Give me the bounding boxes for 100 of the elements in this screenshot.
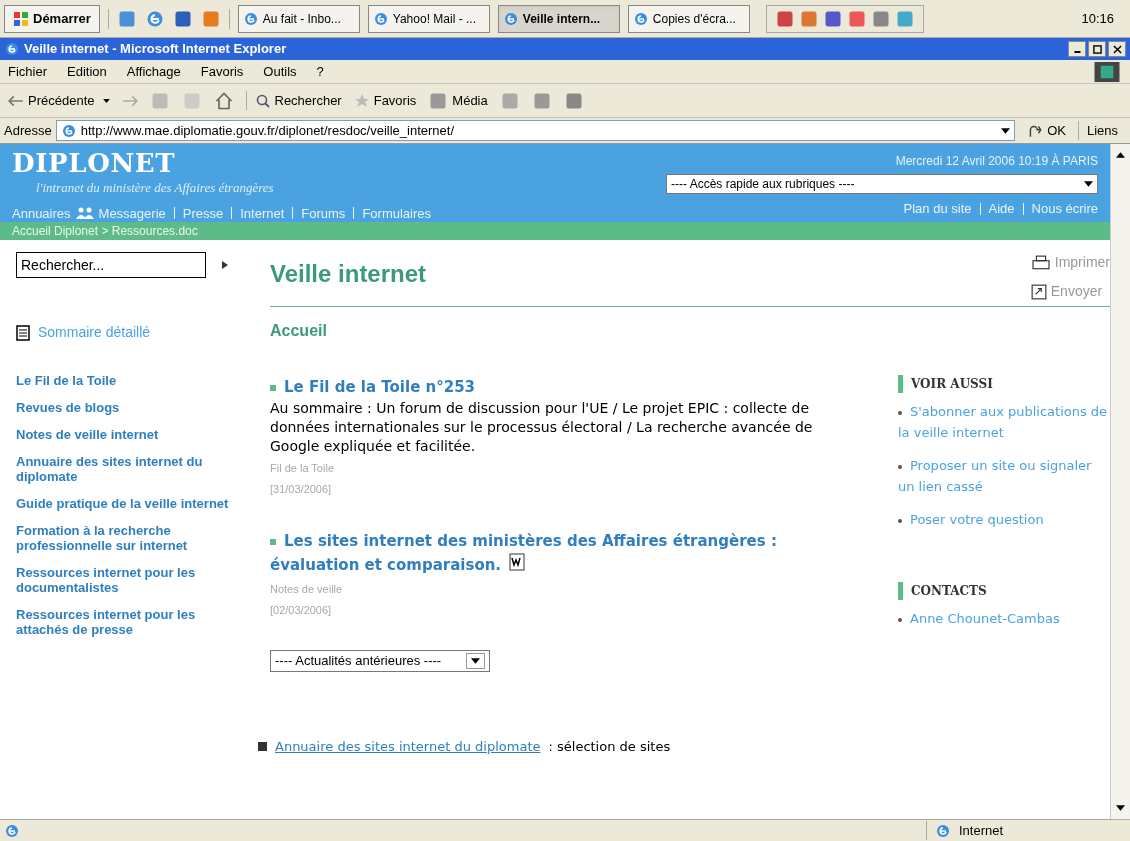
aside-link[interactable]: Proposer un site ou signaler un lien cassé xyxy=(898,455,1110,497)
media-button[interactable]: Média xyxy=(428,90,488,111)
window-title: Veille internet - Microsoft Internet Explorer xyxy=(24,40,287,59)
nav-link[interactable]: Formulaires xyxy=(362,203,431,223)
window-icon xyxy=(632,10,649,27)
bullet-icon xyxy=(898,410,902,415)
article-date: [31/03/2006] xyxy=(270,481,333,497)
bullet-icon xyxy=(270,384,276,391)
back-caret-icon[interactable] xyxy=(102,98,110,103)
start-button[interactable]: Démarrer xyxy=(4,4,100,33)
submit-arrow-icon[interactable] xyxy=(222,261,228,269)
menu-item[interactable]: Edition xyxy=(67,61,107,82)
sidebar-link[interactable]: Ressources internet pour les attachés de presse xyxy=(16,607,236,637)
article-summary: Au sommaire : Un forum de discussion pour l'UE / Le projet EPIC : collecte de données internationales sur le processus électoral / La recherche avancée de Google expliquée et facilitée. xyxy=(270,399,814,456)
sidebar-link[interactable]: Guide pratique de la veille internet xyxy=(16,496,236,511)
date-text: Mercredi 12 Avril 2006 10:19 À PARIS xyxy=(895,152,1098,170)
nav-link[interactable]: Messagerie xyxy=(98,203,166,223)
globe-icon xyxy=(935,822,951,839)
menu-item[interactable]: Affichage xyxy=(126,61,181,82)
links-button[interactable]: Liens xyxy=(1077,120,1126,141)
search-icon xyxy=(254,92,271,109)
back-button[interactable]: Précédente xyxy=(8,90,110,111)
favorites-button[interactable]: Favoris xyxy=(353,90,417,111)
article-title[interactable]: Les sites internet des ministères des Affaires étrangères : évaluation et comparaison. xyxy=(270,529,825,577)
sidebar-link[interactable]: Ressources internet pour les documentalistes xyxy=(16,565,236,595)
send-icon xyxy=(1030,283,1047,300)
article-category: Notes de veille xyxy=(270,582,344,597)
print-link[interactable]: Imprimer xyxy=(1030,252,1110,273)
clock: 10:16 xyxy=(1081,9,1114,28)
article-date: [02/03/2006] xyxy=(270,602,333,618)
aside-heading: CONTACTS xyxy=(911,583,987,600)
go-button[interactable]: OK xyxy=(1019,120,1074,141)
breadcrumb: Accueil Diplonet > Ressources.doc xyxy=(12,223,198,240)
taskbar-button[interactable]: Yahoo! Mail - ... xyxy=(367,4,490,33)
windows-logo-icon xyxy=(13,10,29,27)
window-icon xyxy=(502,10,519,27)
sidebar-link[interactable]: Formation à la recherche professionnelle sur internet xyxy=(16,523,236,553)
search-field[interactable]: Rechercher... xyxy=(16,252,206,278)
menu-item[interactable]: Fichier xyxy=(8,61,47,82)
printer-icon xyxy=(1030,254,1051,271)
heading-marker-icon xyxy=(898,582,903,600)
bullet-icon xyxy=(898,518,902,523)
close-icon xyxy=(1112,44,1122,54)
sidebar-link[interactable]: Revues de blogs xyxy=(16,400,236,415)
star-icon xyxy=(353,92,370,109)
scroll-up-icon[interactable] xyxy=(1116,152,1125,158)
article-title[interactable]: Le Fil de la Toile n°253 xyxy=(270,375,476,399)
menu-item[interactable]: Outils xyxy=(263,61,297,82)
bullet-icon xyxy=(898,464,902,469)
page-title: Veille internet xyxy=(270,259,427,289)
home-icon[interactable] xyxy=(213,90,234,111)
document-icon xyxy=(16,324,30,341)
nav-link[interactable]: Internet xyxy=(240,203,285,223)
bullet-icon xyxy=(270,538,276,545)
taskbar-button[interactable]: Au fait - Inbo... xyxy=(237,4,360,33)
word-document-icon[interactable] xyxy=(509,553,526,571)
aside-link[interactable]: Poser votre question xyxy=(898,509,1110,530)
summary-link[interactable]: Sommaire détaillé xyxy=(38,322,151,343)
dropdown-caret-icon[interactable] xyxy=(471,658,480,664)
dropdown-caret-icon[interactable] xyxy=(1084,181,1093,187)
directory-link[interactable]: Annuaire des sites internet du diplomate xyxy=(275,737,541,757)
directory-description: : sélection de sites xyxy=(548,738,671,756)
address-field[interactable]: http://www.mae.diplomatie.gouv.fr/diplonet/resdoc/veille_internet/ xyxy=(55,120,1016,141)
taskbar-button[interactable]: Copies d'écra... xyxy=(627,4,750,33)
window-icon xyxy=(242,10,259,27)
zone-label: Internet xyxy=(959,821,1004,840)
browser-icon xyxy=(4,41,20,57)
sidebar-link[interactable]: Notes de veille internet xyxy=(16,427,236,442)
maximize-icon xyxy=(1092,44,1102,54)
menu-item[interactable]: ? xyxy=(316,61,324,82)
utility-link[interactable]: Nous écrire xyxy=(1031,199,1098,219)
aside-heading: VOIR AUSSI xyxy=(911,376,993,393)
taskbar-button[interactable]: Veille intern... xyxy=(497,4,620,33)
search-button[interactable]: Rechercher xyxy=(245,90,342,111)
nav-link[interactable]: Annuaires xyxy=(12,203,71,223)
window-icon xyxy=(372,10,389,27)
send-link[interactable]: Envoyer xyxy=(1030,281,1103,302)
maximize-button[interactable] xyxy=(1088,41,1106,57)
site-logo[interactable]: DIPLONET xyxy=(12,148,431,178)
aside-link[interactable]: S'abonner aux publications de la veille internet xyxy=(898,401,1110,443)
scroll-down-icon[interactable] xyxy=(1116,805,1125,811)
utility-link[interactable]: Plan du site xyxy=(903,199,972,219)
menu-item[interactable]: Favoris xyxy=(200,61,244,82)
sidebar-link[interactable]: Le Fil de la Toile xyxy=(16,373,236,388)
page-icon xyxy=(4,822,20,839)
scrollbar[interactable] xyxy=(1110,144,1130,819)
nav-link[interactable]: Presse xyxy=(182,203,224,223)
aside-link[interactable]: Anne Chounet-Cambas xyxy=(898,608,1110,629)
minimize-button[interactable] xyxy=(1068,41,1086,57)
archive-select[interactable]: ---- Actualités antérieures ---- xyxy=(270,650,490,672)
page-icon xyxy=(60,122,77,139)
sidebar-link[interactable]: Annuaire des sites internet du diplomate xyxy=(16,454,236,484)
quick-access-select[interactable]: ---- Accès rapide aux rubriques ---- xyxy=(666,174,1098,194)
dropdown-caret-icon[interactable] xyxy=(1001,127,1011,134)
people-icon xyxy=(74,207,95,220)
nav-link[interactable]: Forums xyxy=(301,203,346,223)
minimize-icon xyxy=(1073,51,1081,53)
utility-link[interactable]: Aide xyxy=(988,199,1015,219)
section-heading: Accueil xyxy=(270,322,327,339)
close-button[interactable] xyxy=(1108,41,1126,57)
